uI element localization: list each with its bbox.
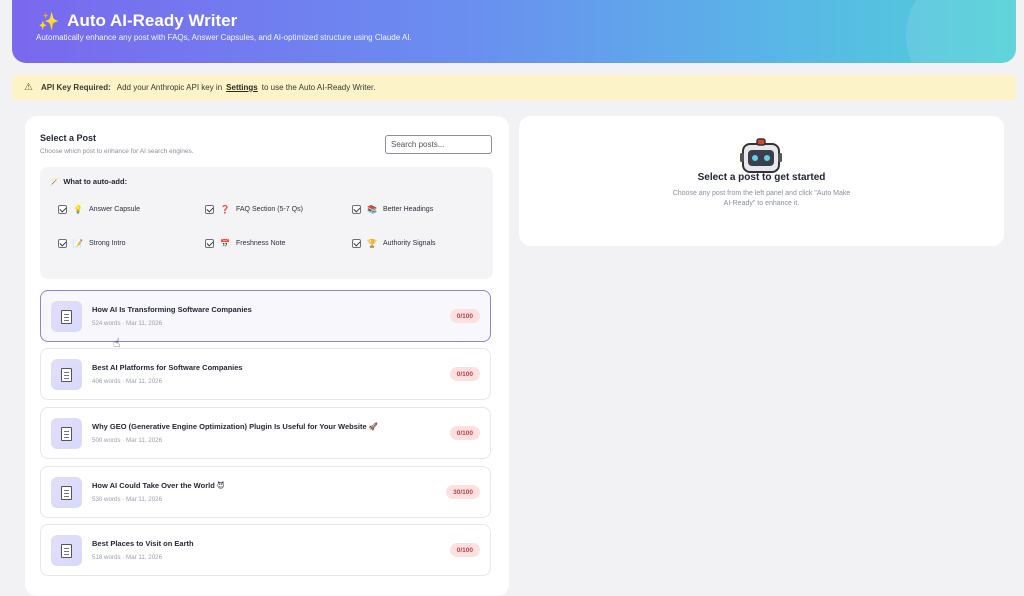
document-icon [51, 477, 82, 508]
checkbox-icon[interactable] [58, 238, 67, 248]
notice-text-before: Add your Anthropic API key in [116, 83, 223, 92]
option-label: Strong Intro [89, 239, 126, 247]
auto-add-title: 🪄 What to auto-add: [50, 177, 127, 186]
panel-subtitle: Choose which post to enhance for AI sear… [40, 148, 194, 155]
checkbox-icon[interactable] [352, 238, 361, 248]
document-icon [51, 359, 82, 390]
ai-score-badge: 0/100 [449, 543, 480, 557]
post-meta: 530 words · Mar 11, 2026 [92, 496, 163, 503]
empty-state-subtitle: Choose any post from the left panel and … [672, 190, 851, 208]
warning-icon: ⚠ [24, 82, 33, 93]
option-label: Answer Capsule [89, 205, 140, 213]
option-label: FAQ Section (5-7 Qs) [236, 205, 303, 213]
option-answer-capsule[interactable]: 💡 Answer Capsule [52, 196, 186, 222]
app-title-text: Auto AI-Ready Writer [67, 11, 238, 30]
option-label: Better Headings [383, 205, 434, 213]
ai-score-badge: 0/100 [449, 426, 480, 440]
option-freshness-note[interactable]: 📅 Freshness Note [199, 230, 333, 256]
option-authority-signals[interactable]: 🏆 Authority Signals [346, 230, 480, 256]
post-meta: 518 words · Mar 11, 2026 [92, 554, 163, 561]
header-decoration [906, 0, 1016, 63]
checkbox-icon[interactable] [205, 204, 214, 214]
magic-icon: 🪄 [50, 177, 60, 186]
document-icon [51, 535, 82, 566]
trophy-icon: 🏆 [367, 238, 377, 248]
option-label: Authority Signals [383, 239, 436, 247]
notice-label: API Key Required: [40, 83, 111, 92]
lightbulb-icon: 💡 [73, 204, 83, 214]
option-better-headings[interactable]: 📚 Better Headings [346, 196, 480, 222]
app-title: ✨ Auto AI-Ready Writer [38, 11, 237, 31]
empty-state-title: Select a post to get started [697, 172, 826, 183]
memo-icon: 📝 [73, 238, 83, 248]
post-title: Best Places to Visit on Earth [92, 539, 194, 548]
books-icon: 📚 [367, 204, 377, 214]
search-input[interactable] [385, 135, 492, 154]
robot-icon [740, 138, 782, 173]
post-meta: 524 words · Mar 11, 2026 [92, 320, 163, 327]
post-item[interactable]: Why GEO (Generative Engine Optimization)… [40, 407, 491, 459]
post-title: Best AI Platforms for Software Companies [92, 363, 243, 372]
post-selection-panel: Select a Post Choose which post to enhan… [25, 116, 509, 596]
post-meta: 500 words · Mar 11, 2026 [92, 437, 163, 444]
panel-title: Select a Post [40, 133, 97, 143]
app-header: ✨ Auto AI-Ready Writer Automatically enh… [12, 0, 1016, 63]
calendar-icon: 📅 [220, 238, 230, 248]
document-icon [51, 418, 82, 449]
post-item[interactable]: Best AI Platforms for Software Companies… [40, 348, 491, 400]
ai-score-badge: 0/100 [449, 309, 480, 323]
option-label: Freshness Note [236, 239, 286, 247]
post-item[interactable]: Best Places to Visit on Earth 518 words … [40, 524, 491, 576]
pointer-cursor-icon: ☝ [113, 336, 121, 350]
notice-text-after: to use the Auto AI-Ready Writer. [261, 83, 376, 92]
post-item[interactable]: How AI Could Take Over the World 😈 530 w… [40, 466, 491, 518]
api-key-notice: ⚠ API Key Required: Add your Anthropic A… [12, 75, 1016, 100]
app-subtitle: Automatically enhance any post with FAQs… [36, 33, 412, 42]
checkbox-icon[interactable] [205, 238, 214, 248]
ai-score-badge: 0/100 [449, 367, 480, 381]
auto-add-options: 🪄 What to auto-add: 💡 Answer Capsule ❓ F… [40, 167, 493, 279]
option-faq-section[interactable]: ❓ FAQ Section (5-7 Qs) [199, 196, 333, 222]
checkbox-icon[interactable] [352, 204, 361, 214]
post-meta: 406 words · Mar 11, 2026 [92, 378, 163, 385]
option-strong-intro[interactable]: 📝 Strong Intro [52, 230, 186, 256]
sparkle-icon: ✨ [38, 11, 60, 31]
post-item[interactable]: How AI Is Transforming Software Companie… [40, 290, 491, 342]
preview-panel: Select a post to get started Choose any … [519, 116, 1004, 246]
checkbox-icon[interactable] [58, 204, 67, 214]
post-title: How AI Is Transforming Software Companie… [92, 305, 252, 314]
settings-link[interactable]: Settings [226, 83, 258, 92]
post-title: Why GEO (Generative Engine Optimization)… [92, 422, 379, 431]
question-icon: ❓ [220, 204, 230, 214]
post-title: How AI Could Take Over the World 😈 [92, 481, 225, 490]
document-icon [51, 301, 82, 332]
auto-add-title-text: What to auto-add: [63, 177, 128, 186]
ai-score-badge: 30/100 [446, 485, 480, 499]
